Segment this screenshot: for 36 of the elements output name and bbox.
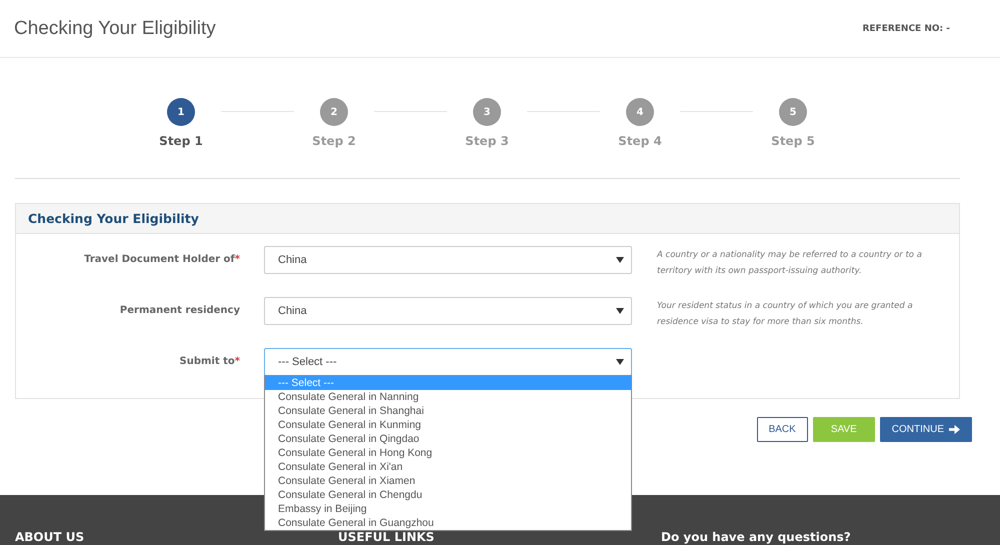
step-circle[interactable]: 1 [167,98,195,126]
select-field[interactable]: China [264,246,632,274]
dropdown-option[interactable]: Embassy in Beijing [265,502,631,516]
help-text: A country or a nationality may be referred to a country or to a territory with its own passport-issuing authority. [657,249,923,278]
dropdown-option[interactable]: Consulate General in Qingdao [265,432,631,446]
select-field[interactable]: --- Select --- [264,348,632,376]
select-field[interactable]: China [264,297,632,325]
dropdown-option[interactable]: Consulate General in Guangzhou [265,516,631,530]
footer-heading: ABOUT US [15,530,84,544]
caret-icon [616,257,624,263]
step-label: Step 5 [771,134,815,148]
reference-number: REFERENCE NO: - [862,24,950,34]
help-text: Your resident status in a country of which you are granted a residence visa to stay for more than six months. [657,300,914,329]
caret-icon [616,359,624,365]
panel-title: Checking Your Eligibility [28,211,199,226]
arrow-right-icon [949,424,960,435]
step-label: Step 4 [618,134,662,148]
dropdown-option[interactable]: Consulate General in Nanning [265,390,631,404]
dropdown-option[interactable]: Consulate General in Chengdu [265,488,631,502]
dropdown-option[interactable]: Consulate General in Kunming [265,418,631,432]
back-button[interactable]: BACK [756,417,808,442]
caret-icon [616,308,624,314]
continue-button[interactable]: CONTINUE [880,417,972,442]
step-label: Step 3 [465,134,509,148]
dropdown-option[interactable]: Consulate General in Hong Kong [265,446,631,460]
step-label: Step 1 [159,134,203,148]
footer-heading: USEFUL LINKS [338,530,434,544]
field-label: Travel Document Holder of* [83,253,240,265]
field-label: Permanent residency [118,304,240,316]
dropdown-option[interactable]: Consulate General in Xi'an [265,460,631,474]
page-title: Checking Your Eligibility [14,18,216,40]
field-label: Submit to* [178,355,240,367]
dropdown-option[interactable]: Consulate General in Shanghai [265,404,631,418]
dropdown-option[interactable]: Consulate General in Xiamen [265,474,631,488]
footer-heading: Do you have any questions? [661,530,851,544]
step-label: Step 2 [312,134,356,148]
